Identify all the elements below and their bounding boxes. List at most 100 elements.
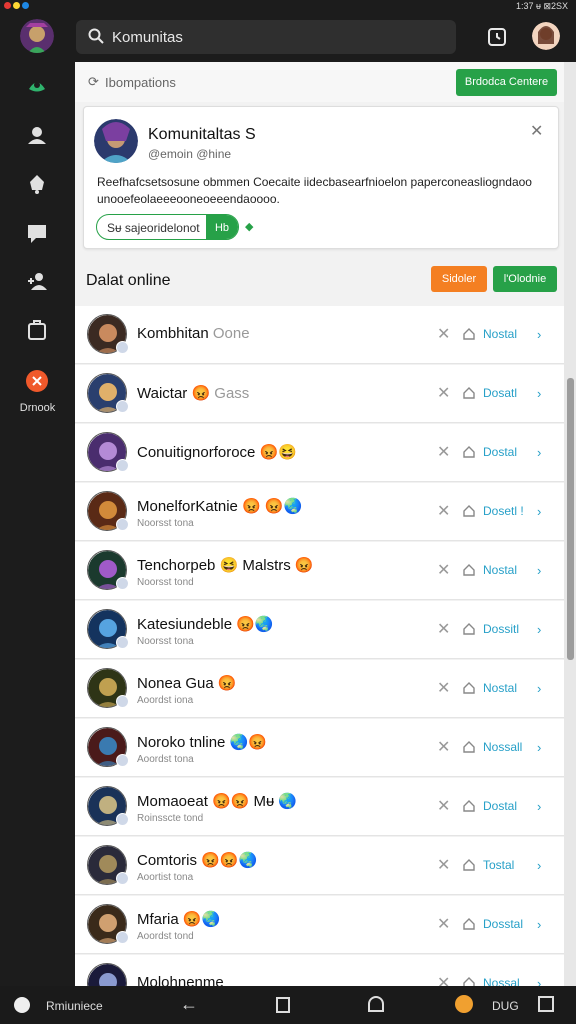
broadcast-button[interactable]: Brdodca Centere (456, 69, 557, 96)
member-action-link[interactable]: Tostal (483, 858, 514, 872)
dismiss-icon[interactable]: ✕ (437, 737, 450, 757)
member-action-link[interactable]: Nostal (483, 327, 517, 341)
close-icon[interactable]: ✕ (530, 121, 543, 141)
box-icon[interactable] (26, 319, 48, 341)
dismiss-icon[interactable]: ✕ (437, 619, 450, 639)
member-row[interactable]: Katesiundeble 😡🌏 Noorsst tona ✕ Dossitl › (75, 601, 564, 659)
dismiss-icon[interactable]: ✕ (437, 442, 450, 462)
rotate-icon[interactable] (538, 996, 554, 1012)
member-name-text: Nonea Gua 😡 (137, 675, 237, 692)
home-icon[interactable] (463, 327, 475, 340)
home-icon[interactable] (463, 681, 475, 694)
home-icon[interactable] (463, 504, 475, 517)
member-action-link[interactable]: Dosetl ! (483, 504, 524, 518)
back-arrow-icon[interactable]: ← (180, 994, 198, 1015)
search-bar[interactable]: Komunitas (76, 20, 456, 54)
member-action-link[interactable]: Nostal (483, 563, 517, 577)
chevron-right-icon[interactable]: › (537, 386, 541, 401)
member-name-text: Momaoeat 😡😡 Mᵾ 🌏 (137, 793, 298, 810)
gem-icon: ◆ (245, 221, 254, 233)
clock-icon[interactable] (487, 27, 507, 47)
top-bar: Komunitas (0, 12, 576, 62)
member-row[interactable]: Kombhitan Oone ✕ Nostal › (75, 306, 564, 364)
dismiss-icon[interactable]: ✕ (437, 501, 450, 521)
profile-avatar[interactable] (20, 19, 54, 53)
chevron-right-icon[interactable]: › (537, 622, 541, 637)
home-icon[interactable] (463, 917, 475, 930)
member-action-link[interactable]: Nostal (483, 681, 517, 695)
nav-right-label: DUG (492, 999, 519, 1013)
member-row[interactable]: Tenchorpeb 😆 Malstrs 😡 Noorsst tond ✕ Nost… (75, 542, 564, 600)
chat-icon[interactable] (26, 222, 48, 244)
user-icon[interactable] (26, 124, 48, 146)
home-icon[interactable] (463, 445, 475, 458)
member-action-link[interactable]: Dostal (483, 799, 517, 813)
status-badge-icon (116, 341, 129, 354)
member-action-link[interactable]: Nossal (483, 976, 520, 986)
chevron-right-icon[interactable]: › (537, 740, 541, 755)
dismiss-icon[interactable]: ✕ (437, 560, 450, 580)
member-name-text: Tenchorpeb 😆 Malstrs 😡 (137, 557, 314, 574)
chevron-right-icon[interactable]: › (537, 563, 541, 578)
close-circle-icon[interactable] (26, 370, 48, 392)
home-square-icon[interactable] (276, 997, 290, 1013)
member-row[interactable]: Noroko tnline 🌏😡 Aoordst tona ✕ Nossall › (75, 719, 564, 777)
home-icon[interactable] (463, 976, 475, 986)
game-icon[interactable] (26, 74, 48, 96)
add-user-icon[interactable] (26, 270, 48, 292)
member-row[interactable]: Momaoeat 😡😡 Mᵾ 🌏 Roinsscte tond ✕ Dostal › (75, 778, 564, 836)
dismiss-icon[interactable]: ✕ (437, 796, 450, 816)
recents-icon[interactable] (368, 996, 384, 1012)
member-row[interactable]: Molohnenme ✕ Nossal › (75, 955, 564, 986)
home-icon[interactable] (463, 622, 475, 635)
member-row[interactable]: Comtoris 😡😡🌏 Aoortist tona ✕ Tostal › (75, 837, 564, 895)
home-icon[interactable] (463, 386, 475, 399)
chevron-right-icon[interactable]: › (537, 858, 541, 873)
join-toggle[interactable]: Sᵾ sajeoridelonot Hb (96, 214, 239, 240)
member-row[interactable]: Mfaria 😡🌏 Aoordst tond ✕ Dosstal › (75, 896, 564, 954)
search-input[interactable]: Komunitas (112, 29, 183, 46)
member-action-link[interactable]: Dossitl (483, 622, 519, 636)
bell-icon[interactable] (26, 173, 48, 195)
member-action-link[interactable]: Nossall (483, 740, 522, 754)
home-icon[interactable] (463, 563, 475, 576)
chevron-right-icon[interactable]: › (537, 327, 541, 342)
home-icon[interactable] (463, 858, 475, 871)
member-row[interactable]: Conuitignorforoce 😡😆 ✕ Dostal › (75, 424, 564, 482)
user-avatar[interactable] (532, 22, 560, 50)
member-row[interactable]: Nonea Gua 😡 Aoordst iona ✕ Nostal › (75, 660, 564, 718)
scrollbar-thumb[interactable] (567, 378, 574, 660)
online-button[interactable]: l'Olodnie (493, 266, 557, 292)
member-name: Katesiundeble 😡🌏 (137, 615, 274, 633)
join-toggle-label: Sᵾ sajeoridelonot (107, 221, 200, 235)
dismiss-icon[interactable]: ✕ (437, 678, 450, 698)
member-row[interactable]: Waictar 😡 Gass ✕ Dosatl › (75, 365, 564, 423)
filter-button[interactable]: Sidoler (431, 266, 487, 292)
chevron-right-icon[interactable]: › (537, 917, 541, 932)
community-panel: Komunitaltas S @emoin @hine ✕ Reefhafcse… (83, 106, 559, 249)
home-icon[interactable] (463, 799, 475, 812)
home-icon[interactable] (463, 740, 475, 753)
member-action-link[interactable]: Dosatl (483, 386, 517, 400)
dismiss-icon[interactable]: ✕ (437, 973, 450, 986)
member-row[interactable]: MonelforKatnie 😡 😡🌏 Noorsst tona ✕ Dosetl … (75, 483, 564, 541)
dismiss-icon[interactable]: ✕ (437, 383, 450, 403)
dismiss-icon[interactable]: ✕ (437, 914, 450, 934)
dismiss-icon[interactable]: ✕ (437, 855, 450, 875)
chevron-right-icon[interactable]: › (537, 976, 541, 986)
member-name: Kombhitan Oone (137, 325, 250, 342)
dismiss-icon[interactable]: ✕ (437, 324, 450, 344)
member-action-link[interactable]: Dostal (483, 445, 517, 459)
chevron-right-icon[interactable]: › (537, 799, 541, 814)
chevron-right-icon[interactable]: › (537, 445, 541, 460)
join-toggle-button[interactable]: Hb (206, 215, 238, 239)
sidebar-bottom-label[interactable]: Drnook (0, 402, 75, 414)
app-logo-icon[interactable] (14, 997, 30, 1013)
emoji-icon[interactable] (455, 995, 473, 1013)
member-action-link[interactable]: Dosstal (483, 917, 523, 931)
member-subtitle: Noorsst tond (137, 577, 194, 588)
chevron-right-icon[interactable]: › (537, 681, 541, 696)
status-badge-icon (116, 518, 129, 531)
refresh-icon[interactable]: ⟳ (88, 74, 99, 90)
chevron-right-icon[interactable]: › (537, 504, 541, 519)
